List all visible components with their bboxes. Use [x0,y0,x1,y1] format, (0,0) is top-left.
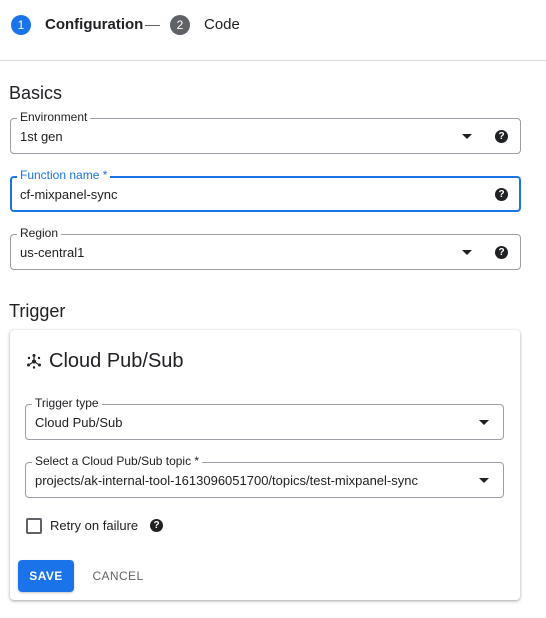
header-divider [0,60,546,61]
pubsub-topic-label: Select a Cloud Pub/Sub topic * [32,454,203,468]
chevron-down-icon[interactable] [462,134,472,139]
cancel-button[interactable]: CANCEL [86,560,150,592]
region-value: us-central1 [20,245,85,260]
basics-section-title: Basics [9,83,63,103]
step-1-label[interactable]: Configuration [45,15,143,35]
function-name-value: cf-mixpanel-sync [20,187,118,202]
region-label: Region [17,226,62,240]
help-circle-icon[interactable]: ? [495,246,508,259]
chevron-down-icon[interactable] [479,420,489,425]
chevron-down-icon[interactable] [462,250,472,255]
pubsub-icon [27,354,41,369]
pubsub-topic-select[interactable]: Select a Cloud Pub/Sub topic * projects/… [25,454,504,498]
chevron-down-icon[interactable] [479,478,489,483]
card-title: Cloud Pub/Sub [49,350,184,372]
save-button[interactable]: SAVE [18,560,74,592]
trigger-type-select[interactable]: Trigger type Cloud Pub/Sub [25,396,504,440]
pubsub-topic-value: projects/ak-internal-tool-1613096051700/… [35,473,418,488]
function-name-field[interactable]: Function name * cf-mixpanel-sync ? [10,168,521,212]
step-2-number: 2 [170,15,190,35]
step-2-label[interactable]: Code [204,15,240,35]
region-select[interactable]: Region us-central1 ? [10,226,521,270]
environment-select[interactable]: Environment 1st gen ? [10,110,521,154]
trigger-card: Cloud Pub/Sub Trigger type Cloud Pub/Sub… [10,330,520,600]
retry-on-failure-label[interactable]: Retry on failure [50,518,138,534]
retry-on-failure-checkbox[interactable] [26,518,42,534]
step-separator [145,25,160,26]
trigger-section-title: Trigger [9,301,66,321]
function-name-label: Function name * [17,168,111,182]
help-circle-icon[interactable]: ? [495,130,508,143]
trigger-type-value: Cloud Pub/Sub [35,415,123,430]
help-circle-icon[interactable]: ? [150,519,163,532]
environment-value: 1st gen [20,129,63,144]
step-1-number: 1 [11,15,31,35]
trigger-type-label: Trigger type [32,396,102,410]
help-circle-icon[interactable]: ? [495,188,508,201]
environment-label: Environment [17,110,91,124]
